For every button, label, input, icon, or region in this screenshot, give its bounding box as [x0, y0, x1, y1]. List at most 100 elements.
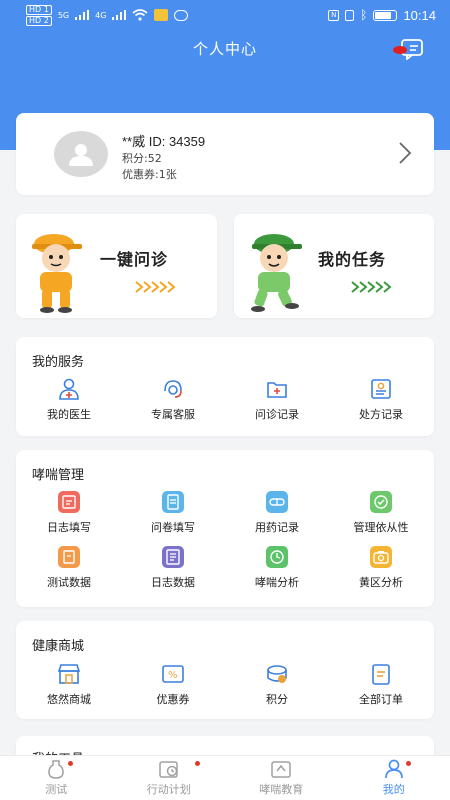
asthma-analysis-icon — [266, 546, 288, 568]
orders-icon — [372, 664, 390, 685]
asthma-item-questionnaire[interactable]: 问卷填写 — [121, 491, 225, 535]
arrows-orange-icon — [135, 281, 176, 293]
service-my-doctor[interactable]: 我的医生 — [17, 378, 121, 422]
app-notify-icon — [154, 9, 169, 21]
services-section: 我的服务 我的医生 专属客服 问诊记录 处方记录 — [16, 337, 434, 436]
asthma-item-compliance[interactable]: 管理依从性 — [329, 491, 433, 535]
education-tab-icon — [271, 761, 291, 778]
wifi-icon — [132, 9, 148, 21]
tab-badge — [194, 761, 200, 766]
signal2-icon — [112, 10, 127, 20]
sim2-badge: HD 2 — [26, 15, 52, 26]
asthma-title: 哮喘管理 — [32, 468, 85, 483]
asthma-item-asthma-analysis[interactable]: 哮喘分析 — [225, 546, 329, 590]
consult-record-icon — [267, 382, 287, 398]
service-customer-service[interactable]: 专属客服 — [121, 378, 225, 422]
signal-icon — [75, 10, 90, 20]
mall-title: 健康商城 — [32, 639, 85, 654]
profile-name-id: **威 ID: 34359 — [122, 134, 206, 149]
asthma-item-diary[interactable]: 日志填写 — [17, 491, 121, 535]
asthma-item-label: 测试数据 — [47, 576, 91, 589]
message-button[interactable] — [393, 38, 424, 61]
svg-text:%: % — [168, 670, 178, 681]
nfc-icon: N — [328, 9, 340, 21]
tab-label: 测试 — [45, 783, 68, 796]
service-prescription[interactable]: 处方记录 — [329, 378, 433, 422]
bluetooth-icon: ᛒ — [360, 8, 368, 22]
quick-consult-label: 一键问诊 — [100, 250, 169, 269]
tab-badge — [68, 761, 73, 766]
coupon-icon: % — [162, 665, 184, 683]
arrows-green-icon — [351, 281, 392, 293]
shop-icon — [57, 664, 81, 684]
customer-service-icon — [164, 380, 182, 398]
default-avatar-icon — [69, 144, 93, 166]
bottom-tab-bar: 测试 行动计划 哮喘教育 我的 — [0, 755, 450, 800]
service-consult-record[interactable]: 问诊记录 — [225, 378, 329, 422]
tab-label: 行动计划 — [146, 783, 191, 796]
asthma-item-label: 日志填写 — [47, 521, 91, 534]
sim-indicators: HD 1 HD 2 — [26, 4, 52, 26]
tab-test[interactable]: 测试 — [0, 756, 113, 800]
doctor-mascot-icon — [32, 234, 82, 313]
avatar[interactable] — [54, 131, 108, 177]
asthma-item-diary-data[interactable]: 日志数据 — [121, 546, 225, 590]
mall-shop[interactable]: 悠然商城 — [17, 663, 121, 707]
mall-orders[interactable]: 全部订单 — [329, 663, 433, 707]
runner-mascot-icon — [251, 234, 302, 312]
prescription-icon — [371, 379, 391, 399]
medication-icon — [266, 491, 288, 513]
test-tab-icon — [48, 760, 65, 779]
mall-label: 悠然商城 — [47, 693, 91, 706]
battery-fill — [375, 11, 392, 19]
plan-tab-icon — [159, 761, 178, 778]
services-title: 我的服务 — [32, 355, 85, 370]
asthma-section: 哮喘管理 日志填写 问卷填写 用药记录 管理依从性测试数据 日志数据 哮喘分析 黄区分析 — [16, 450, 434, 607]
service-label: 问诊记录 — [255, 408, 299, 421]
points-icon — [267, 665, 287, 683]
tab-action-plan[interactable]: 行动计划 — [113, 756, 226, 800]
mall-label: 全部订单 — [359, 693, 403, 706]
asthma-item-label: 哮喘分析 — [255, 576, 299, 589]
quick-consult-card[interactable]: 一键问诊 — [16, 214, 217, 318]
my-tasks-label: 我的任务 — [318, 250, 387, 269]
test-data-icon — [58, 546, 80, 568]
status-bar: HD 1 HD 2 5G 4G N ᛒ 10:14 — [0, 0, 450, 30]
battery-icon — [373, 9, 398, 21]
tab-badge — [405, 761, 411, 766]
mall-coupon[interactable]: % 优惠券 — [121, 663, 225, 707]
chat-notify-icon — [174, 9, 189, 21]
tab-label: 哮喘教育 — [259, 783, 304, 796]
network2-label: 4G — [95, 10, 107, 20]
vibrate-icon — [345, 9, 355, 21]
service-label: 我的医生 — [47, 408, 91, 421]
message-badge — [393, 46, 407, 54]
service-label: 处方记录 — [359, 408, 403, 421]
network-label: 5G — [57, 10, 70, 20]
diary-data-icon — [162, 546, 184, 568]
status-time: 10:14 — [403, 7, 436, 23]
asthma-item-test-data[interactable]: 测试数据 — [17, 546, 121, 590]
my-tasks-card[interactable]: 我的任务 — [234, 214, 434, 318]
profile-card[interactable]: **威 ID: 34359 积分:52 优惠券:1张 — [16, 113, 434, 195]
tab-label: 我的 — [382, 783, 405, 796]
mall-label: 积分 — [266, 693, 288, 706]
profile-tab-icon — [384, 759, 403, 779]
tab-education[interactable]: 哮喘教育 — [225, 756, 338, 800]
asthma-item-medication[interactable]: 用药记录 — [225, 491, 329, 535]
chevron-right-icon — [399, 142, 412, 164]
asthma-item-label: 管理依从性 — [353, 521, 409, 534]
asthma-item-label: 黄区分析 — [359, 576, 403, 589]
mall-label: 优惠券 — [156, 693, 190, 706]
asthma-item-label: 用药记录 — [255, 521, 299, 534]
asthma-item-yellow-zone[interactable]: 黄区分析 — [329, 546, 433, 590]
tab-mine[interactable]: 我的 — [338, 756, 450, 800]
compliance-icon — [370, 491, 392, 513]
doctor-icon — [59, 378, 79, 400]
profile-coupons: 优惠券:1张 — [122, 168, 177, 181]
profile-points: 积分:52 — [122, 152, 162, 165]
mall-points[interactable]: 积分 — [225, 663, 329, 707]
asthma-item-label: 日志数据 — [151, 576, 195, 589]
page-title: 个人中心 — [192, 40, 257, 58]
mall-section: 健康商城 悠然商城 % 优惠券 积分 全部订单 — [16, 621, 434, 719]
